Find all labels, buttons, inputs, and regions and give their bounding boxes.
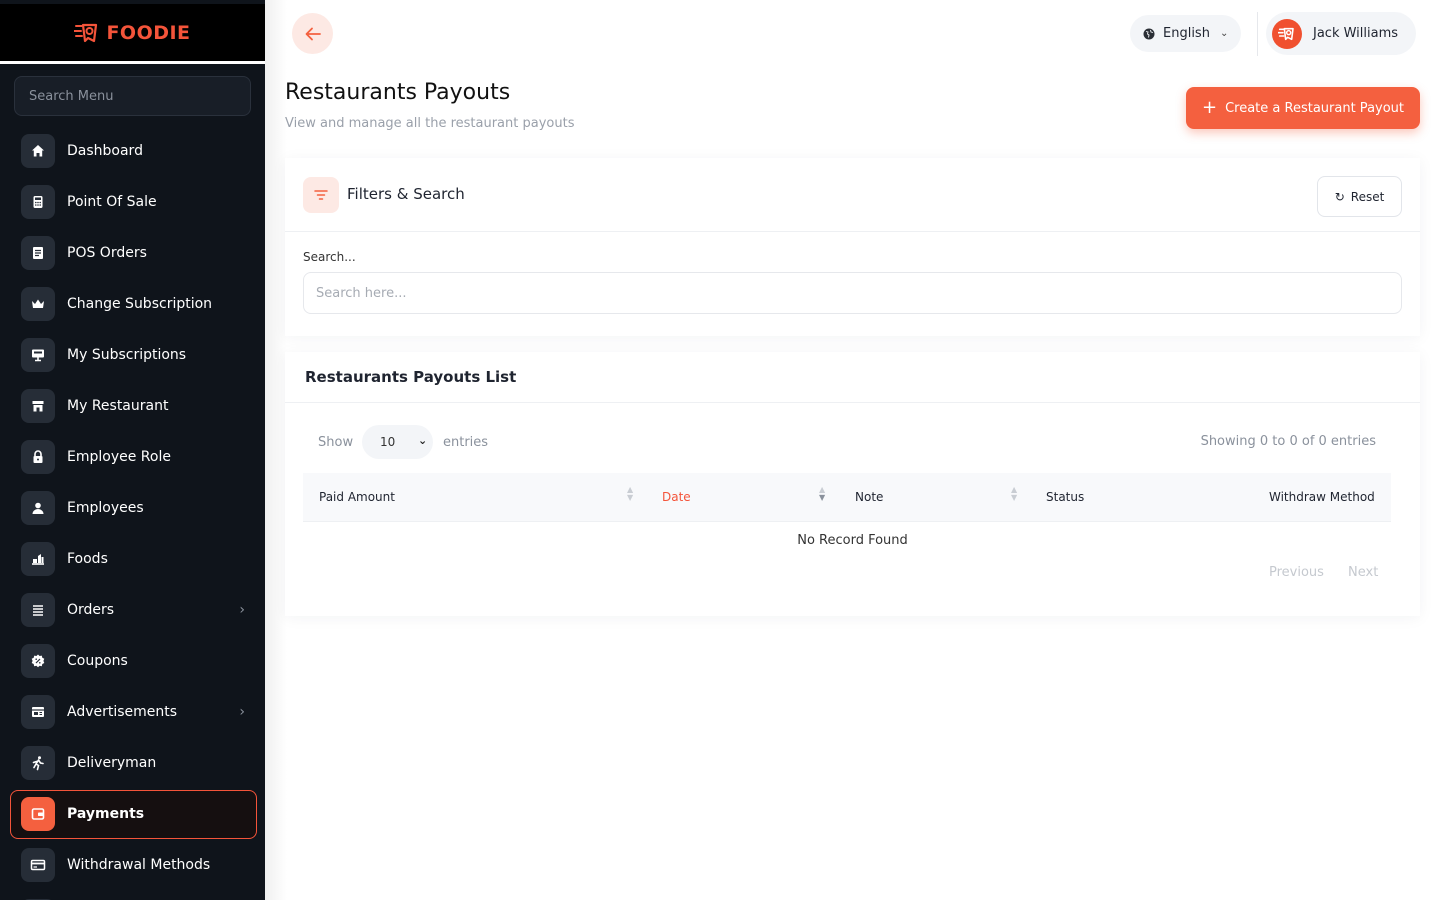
empty-state: No Record Found — [797, 533, 908, 548]
language-selector[interactable]: English ⌄ — [1130, 15, 1241, 52]
crown-icon — [21, 286, 55, 321]
sidebar-shadow — [265, 0, 287, 900]
sidebar-item-coupons[interactable]: Coupons — [0, 635, 265, 686]
sidebar-search-input[interactable] — [14, 76, 251, 116]
coupon-icon — [21, 643, 55, 678]
sidebar-item-employees[interactable]: Employees — [0, 482, 265, 533]
sidebar-item-point-of-sale[interactable]: Point Of Sale — [0, 176, 265, 227]
sort-icon: ▲ ▼ — [819, 485, 826, 502]
sort-icon: ▲ ▼ — [627, 485, 634, 502]
sidebar-item-partial[interactable] — [0, 890, 265, 900]
sidebar-item-label: Deliveryman — [67, 754, 157, 771]
sidebar-item-payments[interactable]: Payments — [0, 788, 265, 839]
sidebar-item-label: Change Subscription — [67, 295, 213, 312]
plus-icon: + — [1201, 97, 1218, 118]
user-name: Jack Williams — [1313, 26, 1399, 41]
sidebar-item-employee-role[interactable]: Employee Role — [0, 431, 265, 482]
arrow-left-icon — [305, 27, 321, 40]
chevron-down-icon: ⌄ — [1219, 28, 1229, 39]
entries-select[interactable]: 10 — [362, 425, 433, 459]
entries-label: entries — [443, 435, 489, 450]
list-divider — [285, 402, 1420, 403]
list-title: Restaurants Payouts List — [305, 368, 517, 386]
runner-icon — [21, 745, 55, 780]
refresh-icon: ↻ — [1334, 189, 1345, 204]
topbar-divider — [1257, 12, 1258, 56]
column-note[interactable]: Note — [855, 490, 883, 504]
column-status[interactable]: Status — [1046, 490, 1084, 504]
sidebar-item-pos-orders[interactable]: POS Orders — [0, 227, 265, 278]
sidebar-item-orders[interactable]: Orders › — [0, 584, 265, 635]
sidebar-item-my-subscriptions[interactable]: My Subscriptions — [0, 329, 265, 380]
foods-icon — [21, 541, 55, 576]
user-menu[interactable]: Jack Williams — [1266, 12, 1416, 55]
sidebar-item-foods[interactable]: Foods — [0, 533, 265, 584]
page-title: Restaurants Payouts — [285, 80, 511, 105]
sidebar-item-withdrawal-methods[interactable]: Withdrawal Methods — [0, 839, 265, 890]
sidebar-item-label: Coupons — [67, 652, 128, 669]
foodie-logo-icon — [74, 23, 98, 42]
reset-label: Reset — [1350, 189, 1385, 204]
sidebar-nav: Dashboard Point Of Sale POS Orders Chang… — [0, 125, 265, 900]
next-button[interactable]: Next — [1348, 565, 1378, 580]
sidebar-item-label: My Restaurant — [67, 397, 169, 414]
sidebar-item-label: Point Of Sale — [67, 193, 157, 210]
filters-card: Filters & Search ↻ Reset Search... — [285, 158, 1420, 336]
create-payout-label: Create a Restaurant Payout — [1225, 100, 1405, 116]
user-icon — [21, 490, 55, 525]
monitor-icon — [21, 337, 55, 372]
sidebar-item-label: Orders — [67, 601, 115, 618]
card-icon — [21, 847, 55, 882]
sidebar-item-dashboard[interactable]: Dashboard — [0, 125, 265, 176]
home-icon — [21, 133, 55, 168]
ad-icon — [21, 694, 55, 729]
search-input[interactable] — [303, 272, 1402, 314]
wallet-icon — [21, 796, 55, 831]
language-label: English — [1163, 26, 1210, 41]
column-date[interactable]: Date — [662, 490, 691, 504]
sidebar-item-label: My Subscriptions — [67, 346, 187, 363]
back-button[interactable] — [292, 13, 333, 54]
sidebar-item-deliveryman[interactable]: Deliveryman — [0, 737, 265, 788]
sidebar-item-label: Advertisements — [67, 703, 178, 720]
brand-logo[interactable]: FOODIE — [0, 4, 265, 64]
column-paid-amount[interactable]: Paid Amount — [319, 490, 395, 504]
search-label: Search... — [303, 250, 356, 264]
showing-info: Showing 0 to 0 of 0 entries — [1200, 434, 1376, 449]
create-payout-button[interactable]: + Create a Restaurant Payout — [1186, 87, 1420, 129]
sidebar-item-label: Payments — [67, 805, 145, 822]
sort-icon: ▲ ▼ — [1011, 485, 1018, 502]
table-header: Paid Amount ▲ ▼ Date ▲ ▼ Note ▲ ▼ Status Wi… — [303, 473, 1391, 522]
page-subtitle: View and manage all the restaurant payou… — [285, 116, 575, 131]
brand-name: FOODIE — [106, 21, 191, 44]
payouts-list-card: Restaurants Payouts List Show 10 ⌄ entri… — [285, 352, 1420, 616]
globe-icon — [1143, 28, 1155, 39]
store-icon — [21, 388, 55, 423]
receipt-icon — [21, 235, 55, 270]
calculator-icon — [21, 184, 55, 219]
filter-icon — [303, 177, 339, 213]
sidebar-item-label: Dashboard — [67, 142, 143, 159]
sidebar-item-label: Employee Role — [67, 448, 171, 465]
sidebar: FOODIE Dashboard Point Of Sale POS Order… — [0, 0, 265, 900]
filters-header: Filters & Search ↻ Reset — [285, 158, 1420, 232]
sidebar-item-advertisements[interactable]: Advertisements › — [0, 686, 265, 737]
reset-button[interactable]: ↻ Reset — [1317, 176, 1402, 217]
previous-button[interactable]: Previous — [1269, 565, 1324, 580]
avatar — [1272, 18, 1302, 49]
sidebar-item-label: Withdrawal Methods — [67, 856, 211, 873]
show-label: Show — [318, 435, 354, 450]
chevron-right-icon: › — [239, 601, 245, 618]
column-withdraw-method[interactable]: Withdraw Method — [1269, 490, 1375, 504]
foodie-logo-icon — [1278, 27, 1294, 40]
lock-icon — [21, 439, 55, 474]
sidebar-item-label: POS Orders — [67, 244, 147, 261]
sidebar-item-my-restaurant[interactable]: My Restaurant — [0, 380, 265, 431]
list-icon — [21, 592, 55, 627]
sidebar-item-change-subscription[interactable]: Change Subscription — [0, 278, 265, 329]
chevron-right-icon: › — [239, 703, 245, 720]
filters-title: Filters & Search — [347, 185, 465, 203]
sidebar-item-label: Employees — [67, 499, 144, 516]
sidebar-item-label: Foods — [67, 550, 108, 567]
